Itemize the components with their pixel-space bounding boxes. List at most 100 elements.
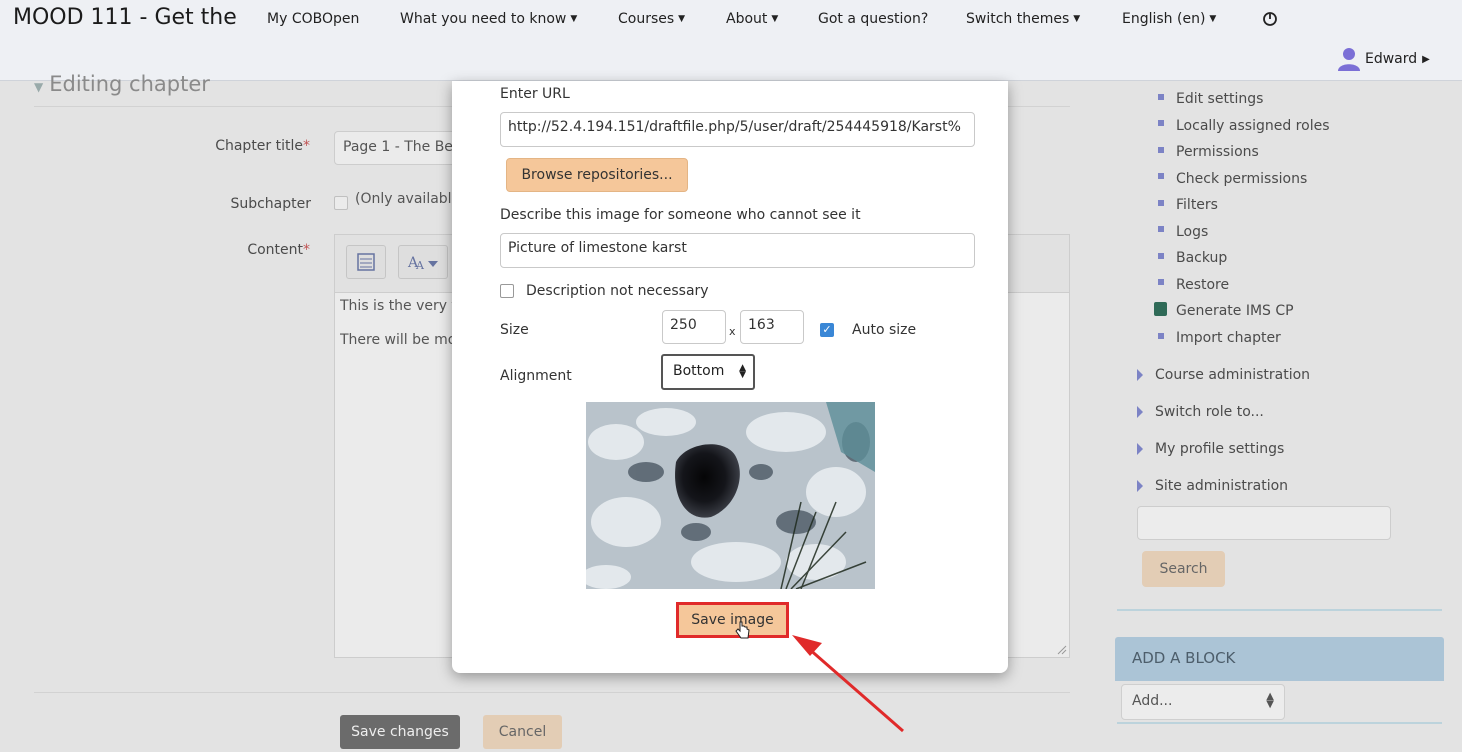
image-preview	[586, 402, 875, 589]
label-text: Chapter title	[215, 138, 303, 154]
block-divider	[1117, 722, 1442, 724]
image-properties-dialog: Enter URL http://52.4.194.151/draftfile.…	[452, 81, 1008, 673]
url-label: Enter URL	[500, 86, 570, 102]
alignment-value: Bottom	[673, 363, 725, 379]
nav-got-a-question[interactable]: Got a question?	[818, 11, 928, 27]
sidebar-link-restore[interactable]: Restore	[1176, 277, 1229, 293]
description-not-necessary-label: Description not necessary	[526, 283, 709, 299]
subchapter-note: (Only availabl	[355, 191, 452, 207]
form-legend[interactable]: ▼ Editing chapter	[34, 72, 210, 96]
cancel-button[interactable]: Cancel	[483, 715, 562, 749]
url-input[interactable]: http://52.4.194.151/draftfile.php/5/user…	[500, 112, 975, 147]
save-image-label: Save image	[691, 612, 774, 628]
sidebar-link-backup[interactable]: Backup	[1176, 250, 1227, 266]
sidebar-link-import-chapter[interactable]: Import chapter	[1176, 330, 1281, 346]
select-arrows-icon: ▲ ▼	[739, 363, 746, 380]
sidebar-link-filters[interactable]: Filters	[1176, 197, 1218, 213]
sidebar-group-switch-role[interactable]: Switch role to...	[1155, 404, 1264, 420]
admin-search-input[interactable]	[1137, 506, 1391, 540]
browse-repositories-button[interactable]: Browse repositories...	[506, 158, 688, 192]
power-icon[interactable]	[1262, 11, 1278, 27]
admin-search-button[interactable]: Search	[1142, 551, 1225, 587]
font-style-icon: AA	[407, 255, 438, 271]
nav-label: About	[726, 11, 768, 27]
bullet-icon	[1158, 226, 1164, 232]
toolbar-toggle-button[interactable]	[346, 245, 386, 279]
size-separator: x	[729, 325, 736, 338]
sidebar-link-edit-settings[interactable]: Edit settings	[1176, 91, 1263, 107]
sidebar-link-check-permissions[interactable]: Check permissions	[1176, 171, 1307, 187]
nav-courses[interactable]: Courses ▼	[618, 11, 685, 27]
save-changes-button[interactable]: Save changes	[340, 715, 460, 749]
label-text: Content	[247, 242, 303, 258]
subchapter-label: Subchapter	[230, 196, 311, 212]
caret-right-icon: ▶	[1422, 53, 1430, 65]
description-not-necessary-checkbox[interactable]	[500, 284, 514, 298]
sidebar-link-logs[interactable]: Logs	[1176, 224, 1208, 240]
bullet-icon	[1158, 333, 1164, 339]
package-icon	[1154, 302, 1167, 316]
required-mark: *	[303, 242, 310, 258]
alignment-select[interactable]: Bottom ▲ ▼	[661, 354, 755, 390]
user-name: Edward	[1365, 51, 1418, 67]
sidebar-group-my-profile-settings[interactable]: My profile settings	[1155, 441, 1284, 457]
nav-switch-themes[interactable]: Switch themes ▼	[966, 11, 1080, 27]
expand-arrow-icon[interactable]	[1137, 443, 1143, 455]
sidebar-link-locally-assigned-roles[interactable]: Locally assigned roles	[1176, 118, 1330, 134]
auto-size-label: Auto size	[852, 322, 917, 338]
bullet-icon	[1158, 120, 1164, 126]
nav-label: Switch themes	[966, 11, 1070, 27]
save-image-button[interactable]: Save image	[676, 602, 789, 639]
nav-label: My COBOpen	[267, 11, 360, 27]
nav-label: Courses	[618, 11, 675, 27]
subchapter-checkbox[interactable]	[334, 196, 348, 210]
chapter-title-label: Chapter title*	[110, 138, 310, 154]
nav-about[interactable]: About ▼	[726, 11, 778, 27]
chapter-title-input[interactable]: Page 1 - The Be	[334, 131, 464, 165]
resize-handle-icon[interactable]	[1057, 645, 1067, 655]
paragraph-style-button[interactable]: AA	[398, 245, 448, 279]
nav-my-cobopen[interactable]: My COBOpen	[267, 11, 359, 27]
height-value: 163	[748, 317, 775, 333]
toolbar-toggle-icon	[357, 253, 375, 271]
nav-label: Got a question?	[818, 11, 929, 27]
site-brand[interactable]: MOOD 111 - Get the	[13, 5, 237, 30]
bullet-icon	[1158, 173, 1164, 179]
caret-down-icon: ▼	[1073, 14, 1081, 24]
add-block-select[interactable]: Add... ▲ ▼	[1121, 684, 1285, 720]
sidebar-group-site-administration[interactable]: Site administration	[1155, 478, 1288, 494]
content-line-2: There will be mo	[340, 332, 452, 348]
nav-language[interactable]: English (en) ▼	[1122, 11, 1216, 27]
describe-label: Describe this image for someone who cann…	[500, 207, 861, 223]
bullet-icon	[1158, 94, 1164, 100]
chevron-down-icon: ▼	[34, 80, 44, 94]
bullet-icon	[1158, 253, 1164, 259]
block-divider	[1117, 609, 1442, 611]
karst-photo	[586, 402, 875, 589]
width-input[interactable]: 250	[662, 310, 726, 344]
url-value: http://52.4.194.151/draftfile.php/5/user…	[508, 119, 961, 135]
bullet-icon	[1158, 147, 1164, 153]
sidebar-group-course-administration[interactable]: Course administration	[1155, 367, 1310, 383]
caret-down-icon: ▼	[1209, 14, 1217, 24]
content-label: Content*	[110, 242, 310, 258]
user-menu[interactable]: Edward ▶	[1338, 46, 1430, 72]
sidebar-link-permissions[interactable]: Permissions	[1176, 144, 1259, 160]
height-input[interactable]: 163	[740, 310, 804, 344]
nav-what-you-need-to-know[interactable]: What you need to know ▼	[400, 11, 577, 27]
expand-arrow-icon[interactable]	[1137, 406, 1143, 418]
bullet-icon	[1158, 200, 1164, 206]
top-navbar: MOOD 111 - Get the My COBOpen What you n…	[0, 0, 1462, 81]
divider	[34, 692, 1070, 693]
expand-arrow-icon[interactable]	[1137, 480, 1143, 492]
bullet-icon	[1158, 279, 1164, 285]
alignment-label: Alignment	[500, 368, 572, 384]
nav-label: English (en)	[1122, 11, 1206, 27]
sidebar-link-generate-ims-cp[interactable]: Generate IMS CP	[1176, 303, 1294, 319]
expand-arrow-icon[interactable]	[1137, 369, 1143, 381]
description-input[interactable]: Picture of limestone karst	[500, 233, 975, 268]
hand-cursor-icon	[735, 621, 750, 639]
user-avatar-icon	[1338, 48, 1360, 71]
add-block-select-value: Add...	[1132, 693, 1173, 709]
auto-size-checkbox[interactable]: ✓	[820, 323, 834, 337]
